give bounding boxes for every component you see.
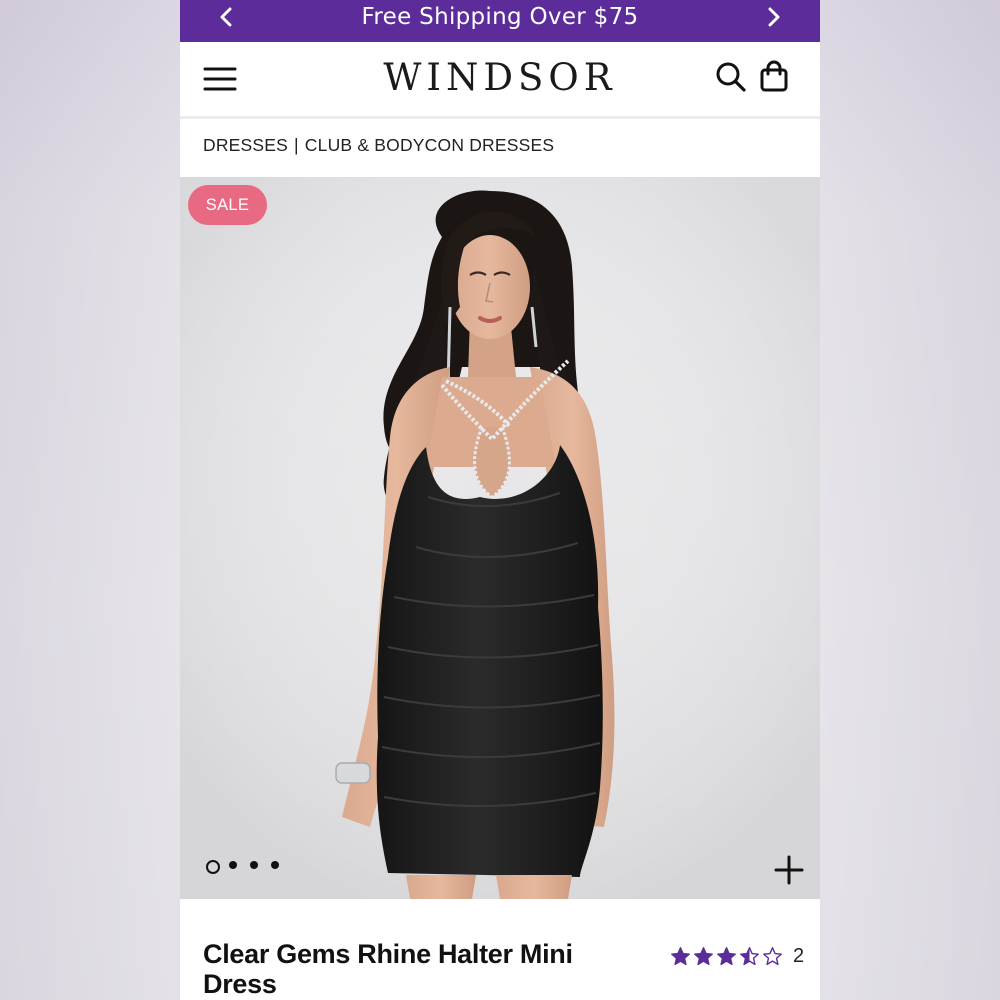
star-filled-icon [694,946,713,965]
breadcrumb-separator: | [294,135,299,155]
chevron-right-icon[interactable] [759,3,787,31]
breadcrumb: DRESSES | CLUB & BODYCON DRESSES [180,119,820,177]
star-empty-icon [763,946,782,965]
carousel-dot-3[interactable] [250,861,258,869]
review-count: 2 [793,944,805,967]
sale-badge: SALE [188,185,267,225]
product-rating[interactable]: 2 [670,943,804,969]
star-filled-icon [717,946,736,965]
promo-banner: Free Shipping Over $75 [180,0,820,42]
hamburger-menu-icon[interactable] [202,64,238,94]
product-photo [180,177,820,899]
chevron-left-icon[interactable] [213,3,241,31]
breadcrumb-item-club-bodycon[interactable]: CLUB & BODYCON DRESSES [305,135,554,155]
shopping-bag-icon[interactable] [758,60,790,94]
search-icon[interactable] [714,60,748,94]
star-filled-icon [671,946,690,965]
star-half-icon [740,946,759,965]
rating-stars [670,946,785,967]
breadcrumb-item-dresses[interactable]: DRESSES [203,135,288,155]
mobile-page: Free Shipping Over $75 WINDSOR DRESSES |… [180,0,820,1000]
product-image-gallery[interactable]: SALE [180,177,820,899]
promo-message: Free Shipping Over $75 [361,4,639,30]
brand-logo[interactable]: WINDSOR [340,54,660,102]
product-info: Clear Gems Rhine Halter Mini Dress 2 [180,899,820,1000]
background-left [0,0,180,1000]
background-right [820,0,1000,1000]
carousel-dot-1[interactable] [206,860,220,874]
carousel-dot-2[interactable] [229,861,237,869]
product-title: Clear Gems Rhine Halter Mini Dress [203,939,573,999]
carousel-dot-4[interactable] [271,861,279,869]
plus-icon[interactable] [772,853,806,887]
site-header: WINDSOR [180,42,820,119]
